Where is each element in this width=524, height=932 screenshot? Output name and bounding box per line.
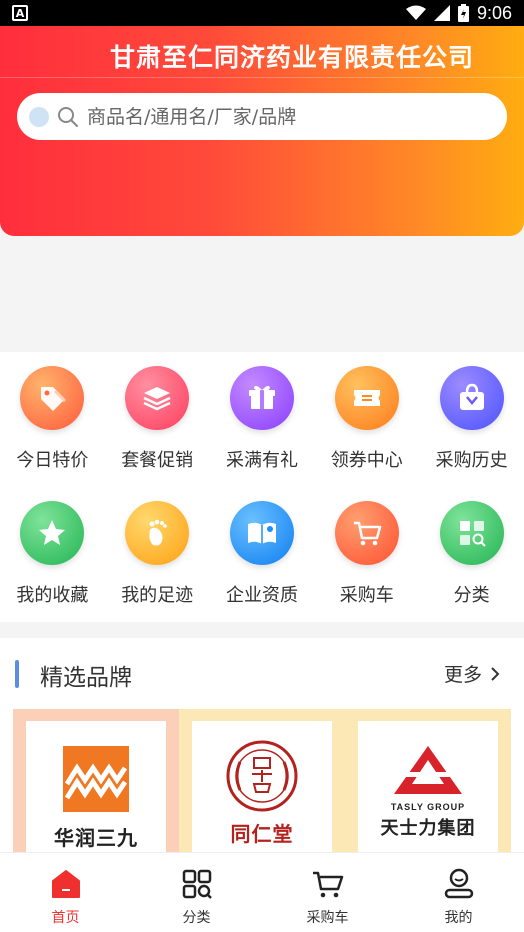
- tasly-logo: [394, 746, 462, 794]
- price-tag-icon: [20, 366, 85, 430]
- search-bar[interactable]: [17, 93, 507, 140]
- category-icon: [182, 869, 212, 899]
- menu-item-category[interactable]: 分类: [419, 501, 524, 622]
- star-icon: [20, 501, 85, 565]
- menu-item-purchase-history[interactable]: 采购历史: [419, 366, 524, 487]
- bottom-nav: 首页 分类 采购车 我的: [0, 852, 524, 932]
- app-page: A 9:06 甘肃至仁同济药业有限责任公司 今日特价: [0, 0, 524, 932]
- brand-card-tasly[interactable]: TASLY GROUP 天士力集团: [345, 709, 511, 859]
- search-input[interactable]: [87, 105, 507, 128]
- header-divider: [0, 77, 524, 78]
- brand-cards: 华润三九 同仁堂 TASLY GROUP 天士力集团: [13, 709, 511, 859]
- brand-section-title: 精选品牌: [40, 665, 132, 691]
- status-time: 9:06: [476, 2, 512, 23]
- signal-icon: [433, 5, 450, 21]
- brand-card-999[interactable]: 华润三九: [13, 709, 179, 859]
- menu-item-today-special[interactable]: 今日特价: [0, 366, 105, 487]
- brand-name: 天士力集团: [380, 818, 476, 839]
- brand-name: 华润三九: [54, 826, 138, 850]
- menu-item-favorites[interactable]: 我的收藏: [0, 501, 105, 622]
- menu-label: 我的足迹: [121, 585, 194, 606]
- nav-category[interactable]: 分类: [131, 853, 262, 932]
- chevron-right-icon: [491, 666, 500, 681]
- status-bar: A 9:06: [0, 0, 524, 26]
- cart-icon: [334, 501, 399, 565]
- shopping-bag-icon: [439, 366, 504, 430]
- menu-item-gift[interactable]: 采满有礼: [210, 366, 315, 487]
- brand-card-tongrentang[interactable]: 同仁堂: [179, 709, 345, 859]
- certificate-book-icon: [229, 501, 294, 565]
- brand-name: 同仁堂: [230, 822, 294, 846]
- wifi-icon: [405, 5, 426, 20]
- category-grid-icon: [439, 501, 504, 565]
- brand-card-inner: 华润三九: [26, 721, 166, 859]
- menu-label: 采购历史: [435, 450, 508, 471]
- tasly-logo-text: TASLY GROUP: [390, 802, 466, 812]
- menu-item-cart[interactable]: 采购车: [314, 501, 419, 622]
- nav-profile[interactable]: 我的: [393, 853, 524, 932]
- notification-icon: A: [12, 5, 28, 21]
- menu-item-footprints[interactable]: 我的足迹: [105, 501, 210, 622]
- nav-label: 采购车: [306, 910, 349, 926]
- nav-label: 我的: [444, 910, 473, 926]
- gift-icon: [229, 366, 294, 430]
- menu-label: 我的收藏: [16, 585, 89, 606]
- brand-section: 精选品牌 更多 华润三九 同仁堂 TASLY GROUP 天士力集团: [0, 638, 524, 859]
- battery-icon: [457, 4, 469, 22]
- tongrentang-seal-logo: [226, 740, 298, 812]
- profile-icon: [444, 868, 473, 899]
- quick-menu-row-2: 我的收藏 我的足迹 企业资质 采购车 分类: [0, 487, 524, 622]
- 999-logo: [63, 746, 129, 812]
- menu-item-package-promo[interactable]: 套餐促销: [105, 366, 210, 487]
- footprint-icon: [125, 501, 190, 565]
- home-icon: [51, 870, 80, 898]
- section-accent-bar: [15, 660, 19, 688]
- brand-header: 精选品牌 更多: [0, 638, 524, 710]
- more-label: 更多: [443, 664, 482, 686]
- menu-label: 采购车: [339, 585, 394, 606]
- app-logo-icon: [29, 106, 49, 127]
- quick-menu-row-1: 今日特价 套餐促销 采满有礼 领券中心 采购历史: [0, 352, 524, 487]
- menu-item-coupon-center[interactable]: 领券中心: [314, 366, 419, 487]
- menu-item-qualification[interactable]: 企业资质: [210, 501, 315, 622]
- menu-label: 分类: [453, 585, 490, 606]
- company-title: 甘肃至仁同济药业有限责任公司: [109, 43, 474, 72]
- nav-label: 首页: [51, 910, 80, 926]
- brand-card-inner: 同仁堂: [192, 721, 332, 859]
- menu-label: 采满有礼: [225, 450, 298, 471]
- layers-icon: [125, 366, 190, 430]
- menu-label: 领券中心: [330, 450, 403, 471]
- cart-icon: [312, 871, 343, 898]
- search-icon: [58, 106, 78, 127]
- banner-area[interactable]: [0, 236, 524, 352]
- header: 甘肃至仁同济药业有限责任公司: [0, 26, 524, 236]
- menu-label: 企业资质: [225, 585, 298, 606]
- nav-home[interactable]: 首页: [0, 853, 131, 932]
- brand-card-inner: TASLY GROUP 天士力集团: [358, 721, 498, 859]
- quick-menu: 今日特价 套餐促销 采满有礼 领券中心 采购历史 我的收藏 我的足迹 企业资质 …: [0, 352, 524, 622]
- menu-label: 今日特价: [16, 450, 89, 471]
- coupon-icon: [334, 366, 399, 430]
- nav-cart[interactable]: 采购车: [262, 853, 393, 932]
- nav-label: 分类: [182, 910, 211, 926]
- more-brands-link[interactable]: 更多: [444, 660, 502, 687]
- menu-label: 套餐促销: [121, 450, 194, 471]
